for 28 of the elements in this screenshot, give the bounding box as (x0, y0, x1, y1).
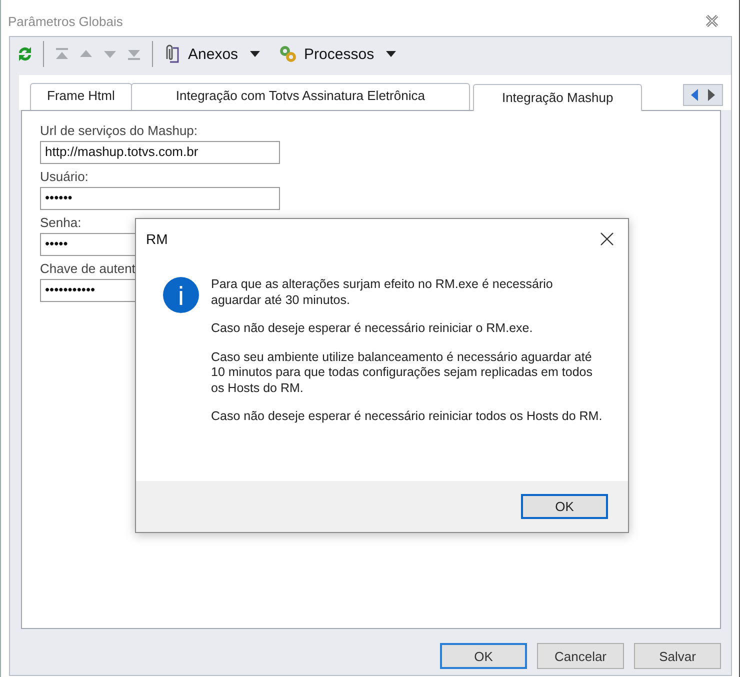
dialog-button[interactable]: Salvar (634, 643, 721, 669)
refresh-icon[interactable] (16, 45, 34, 63)
message-text: Caso não deseje esperar é necessário reiniciar o RM.exe. (211, 321, 534, 336)
menu-button[interactable]: Processos (304, 46, 374, 62)
dialog-title: RM (146, 231, 168, 247)
gears-icon (278, 44, 298, 64)
caret-icon[interactable] (386, 51, 396, 57)
tab[interactable]: Integração Mashup (472, 84, 642, 111)
tab[interactable]: Frame Html (30, 83, 132, 110)
field-label: Url de serviços do Mashup: (40, 123, 198, 138)
tab[interactable]: Integração com Totvs Assinatura Eletrônica (130, 83, 470, 110)
input-field[interactable]: •••••• (40, 187, 280, 210)
message-text: Caso seu ambiente utilize balanceamento é necessário aguardar até 10 minutos para que todas configurações sejam replicadas em todos os Hosts do RM. (211, 350, 594, 396)
caret-icon[interactable] (250, 51, 260, 57)
field-label: Usuário: (40, 169, 88, 184)
window-title: Parâmetros Globais (8, 14, 123, 28)
dialog-button[interactable]: OK (440, 643, 527, 669)
message-text: Para que as alterações surjam efeito no RM.exe é necessário aguardar até 30 minutos. (211, 277, 554, 308)
input-field[interactable]: http://mashup.totvs.com.br (40, 141, 280, 164)
close-icon[interactable] (600, 232, 614, 246)
dialog-button[interactable]: Cancelar (537, 643, 624, 669)
field-label: Chave de autent (40, 261, 136, 276)
info-icon (163, 277, 199, 313)
tab-scroll-buttons[interactable] (683, 84, 723, 106)
menu-button[interactable]: Anexos (188, 46, 238, 62)
message-text: Caso não deseje esperar é necessário reiniciar todos os Hosts do RM. (211, 409, 603, 424)
field-label: Senha: (40, 215, 82, 230)
ok-button[interactable]: OK (521, 494, 608, 519)
